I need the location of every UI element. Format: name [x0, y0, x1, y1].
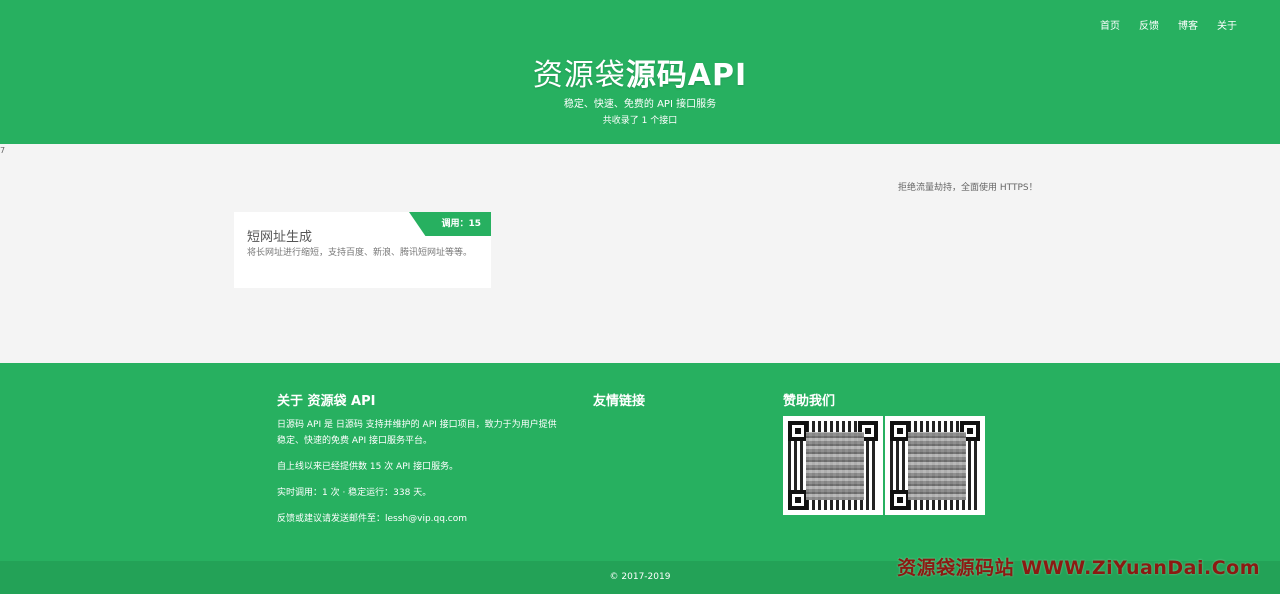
- nav-home-link[interactable]: 首页: [1100, 17, 1120, 32]
- site-slogan: 稳定、快速、免费的 API 接口服务: [563, 99, 717, 110]
- brand-bold-text: 源码API: [625, 58, 748, 93]
- site-footer: 关于 资源袋 API 日源码 API 是 日源码 支持并维护的 API 接口项目…: [0, 363, 1280, 561]
- qr-blurred-area: [806, 432, 864, 500]
- api-count: 共收录了 1 个接口: [602, 116, 678, 126]
- qr-code-image: [890, 421, 980, 510]
- https-notice: 拒绝流量劫持，全面使用 HTTPS！: [898, 183, 1038, 193]
- sponsor-qr-code-1: [783, 416, 883, 515]
- sponsor-heading: 赞助我们: [783, 394, 836, 409]
- uptime-paragraph: 实时调用：1 次 · 稳定运行：338 天。: [277, 488, 432, 498]
- site-header: 首页 反馈 博客 关于 资源袋源码API 稳定、快速、免费的 API 接口服务 …: [0, 0, 1280, 144]
- about-heading: 关于 资源袋 API: [277, 394, 376, 409]
- nav-feedback-link[interactable]: 反馈: [1139, 17, 1159, 32]
- api-card-short-url[interactable]: 调用：15 短网址生成 将长网址进行缩短，支持百度、新浪、腾讯短网址等等。: [234, 212, 491, 288]
- stray-text: 7: [0, 146, 6, 155]
- site-logo-title: 资源袋源码API: [0, 50, 1280, 94]
- service-count-paragraph: 自上线以来已经提供数 15 次 API 接口服务。: [277, 462, 459, 472]
- nav-about-link[interactable]: 关于: [1217, 17, 1237, 32]
- brand-light-text: 资源袋: [532, 58, 626, 93]
- about-paragraph: 日源码 API 是 日源码 支持并维护的 API 接口项目，致力于为用户提供稳定…: [277, 420, 557, 446]
- qr-code-image: [788, 421, 878, 510]
- copyright-text: © 2017-2019: [609, 572, 671, 582]
- nav-blog-link[interactable]: 博客: [1178, 17, 1198, 32]
- qr-finder-icon: [788, 421, 808, 441]
- qr-finder-icon: [890, 490, 910, 510]
- api-card-title: 短网址生成: [247, 230, 313, 245]
- sponsor-qr-code-2: [885, 416, 985, 515]
- qr-finder-icon: [890, 421, 910, 441]
- call-count-badge: 调用：15: [409, 212, 491, 236]
- friend-links-heading: 友情链接: [593, 394, 646, 409]
- qr-finder-icon: [788, 490, 808, 510]
- site-watermark: 资源袋源码站 WWW.ZiYuanDai.Com: [897, 557, 1260, 579]
- top-nav: 首页 反馈 博客 关于: [1100, 17, 1237, 32]
- qr-blurred-area: [908, 432, 966, 500]
- api-card-description: 将长网址进行缩短，支持百度、新浪、腾讯短网址等等。: [247, 248, 473, 258]
- contact-email-paragraph: 反馈或建议请发送邮件至：lessh@vip.qq.com: [277, 514, 468, 524]
- about-text: 日源码 API 是 日源码 支持并维护的 API 接口项目，致力于为用户提供稳定…: [277, 417, 562, 537]
